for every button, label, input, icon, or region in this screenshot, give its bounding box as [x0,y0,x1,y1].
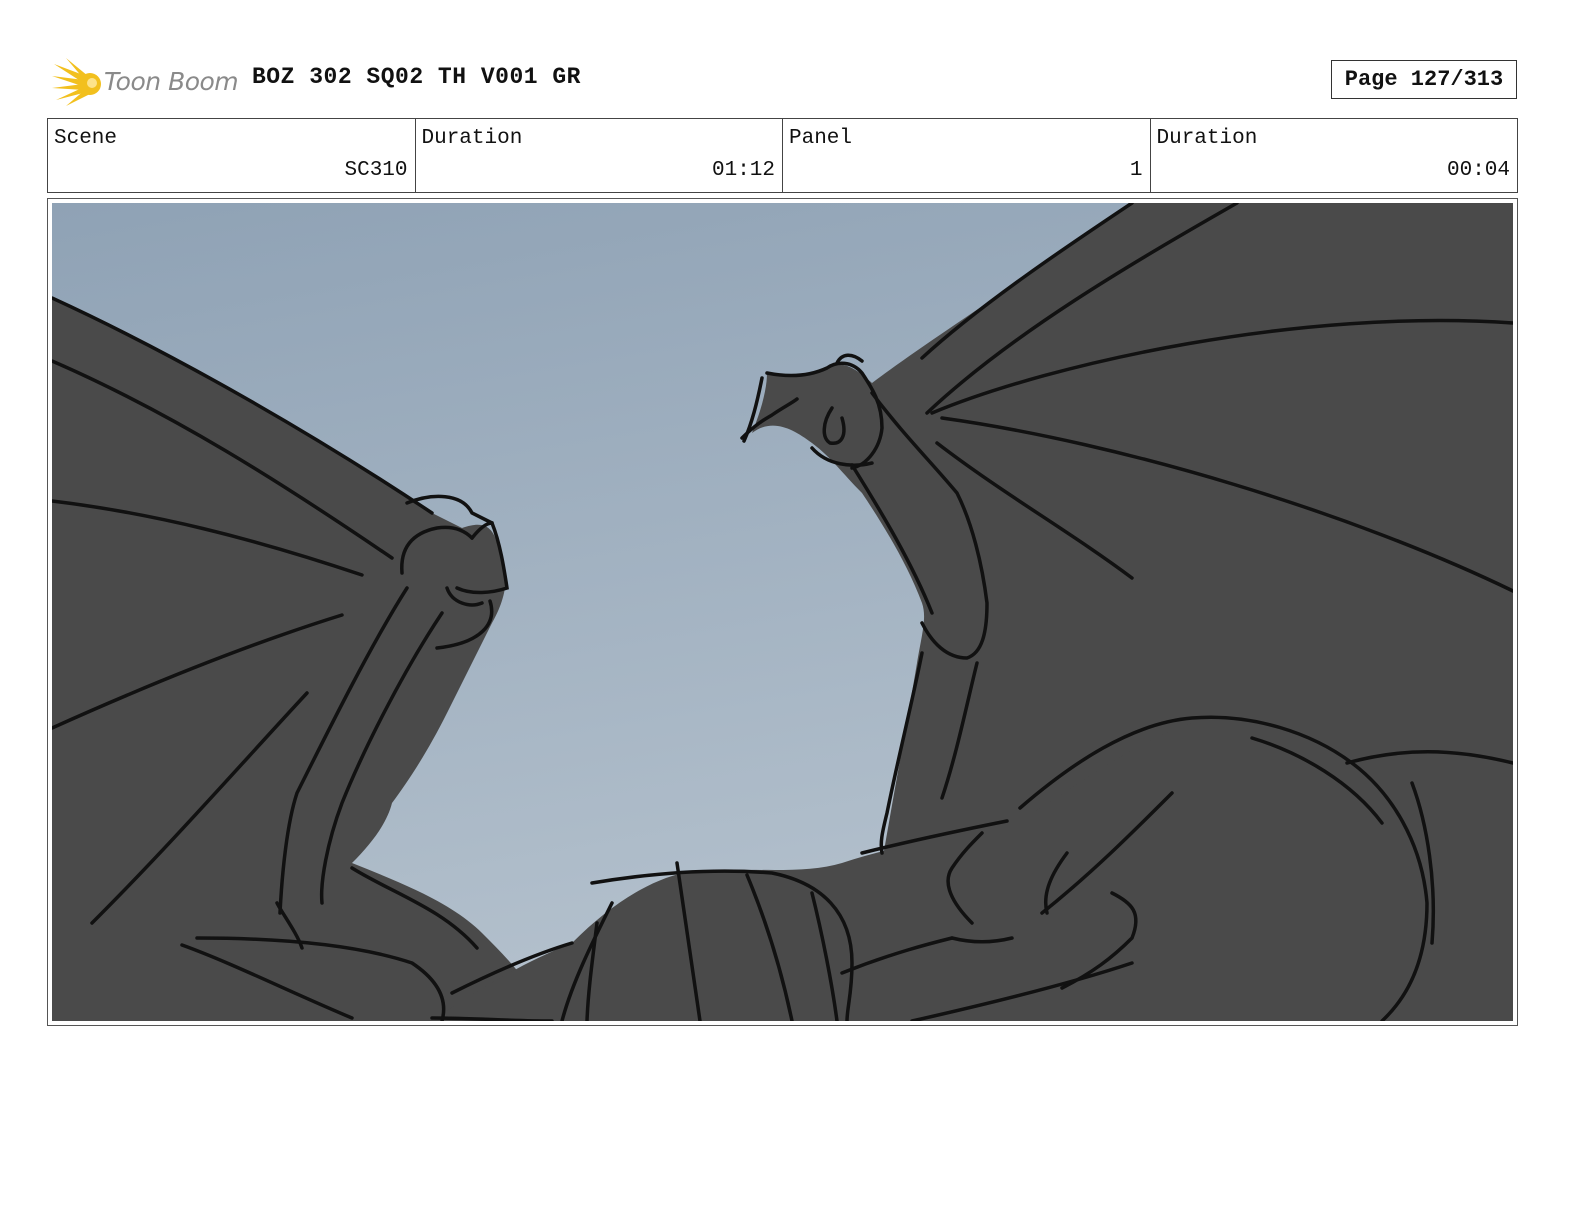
panel-duration-label: Duration [1156,127,1258,150]
scene-label: Scene [54,127,118,150]
toon-boom-logo: Toon Boom [52,56,239,106]
scene-duration-cell: Duration 01:12 [416,119,783,192]
panel-cell: Panel 1 [783,119,1151,192]
panel-drawing [52,203,1513,1021]
panel-value: 1 [1129,159,1143,182]
logo-text: Toon Boom [104,66,239,96]
storyboard-panel-frame [47,198,1518,1026]
scene-duration-value: 01:12 [711,159,775,182]
page-indicator: Page 127/313 [1331,60,1517,99]
toon-boom-burst-icon [52,58,101,106]
scene-value: SC310 [344,159,408,182]
document-title: BOZ 302 SQ02 TH V001 GR [252,64,581,90]
scene-info-table: Scene SC310 Duration 01:12 Panel 1 Durat… [47,118,1518,193]
panel-duration-value: 00:04 [1446,159,1510,182]
storyboard-panel-image [52,203,1513,1021]
scene-duration-label: Duration [421,127,523,150]
panel-label: Panel [789,127,853,150]
scene-cell: Scene SC310 [48,119,416,192]
panel-duration-cell: Duration 00:04 [1151,119,1518,192]
